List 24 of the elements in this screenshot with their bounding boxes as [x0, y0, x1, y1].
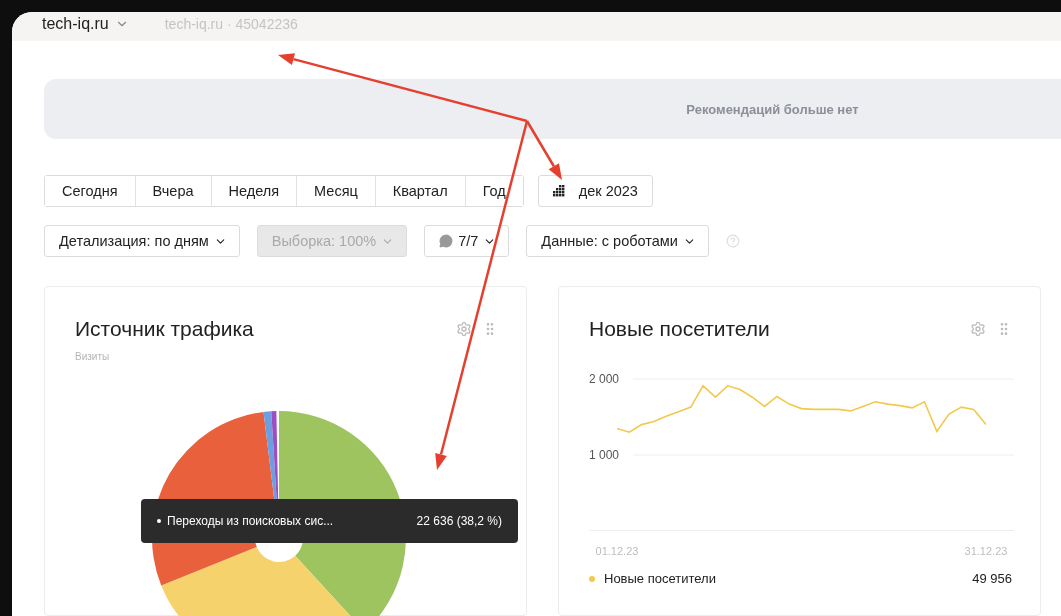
- axis-tick-label: 1 000: [589, 448, 620, 462]
- card-title: Источник трафика: [75, 317, 254, 341]
- settings-icon[interactable]: [970, 321, 986, 337]
- help-icon[interactable]: [725, 234, 740, 248]
- axis-tick-label: 01.12.23: [595, 545, 639, 557]
- date-range-button[interactable]: дек 2023: [537, 175, 653, 207]
- tooltip-label: Переходы из поисковых сис...: [167, 514, 334, 528]
- calendar-grid-icon: [552, 185, 565, 197]
- card-title: Новые посетители: [589, 317, 770, 341]
- tooltip-value: 22 636 (38,2 %): [416, 514, 502, 528]
- axis-tick-label: 2 000: [589, 372, 620, 386]
- recommendations-banner: Рекомендаций больше нет: [44, 79, 1061, 139]
- filter-dropdown[interactable]: Детализация: по дням: [44, 225, 240, 257]
- axis-tick-label: 31.12.23: [964, 545, 1008, 557]
- site-selector[interactable]: tech-iq.ru: [42, 14, 129, 33]
- legend-value: 49 956: [972, 571, 1012, 586]
- bullet-icon: [157, 519, 161, 523]
- settings-icon[interactable]: [456, 321, 472, 337]
- speech-bubble-icon: [439, 234, 454, 248]
- period-button[interactable]: Год: [464, 176, 523, 206]
- comments-dropdown[interactable]: 7/7: [424, 225, 510, 257]
- filter-dropdown[interactable]: Данные: с роботами: [526, 225, 709, 257]
- card-subtitle: Визиты: [75, 351, 111, 362]
- legend-label: Новые посетители: [604, 571, 716, 586]
